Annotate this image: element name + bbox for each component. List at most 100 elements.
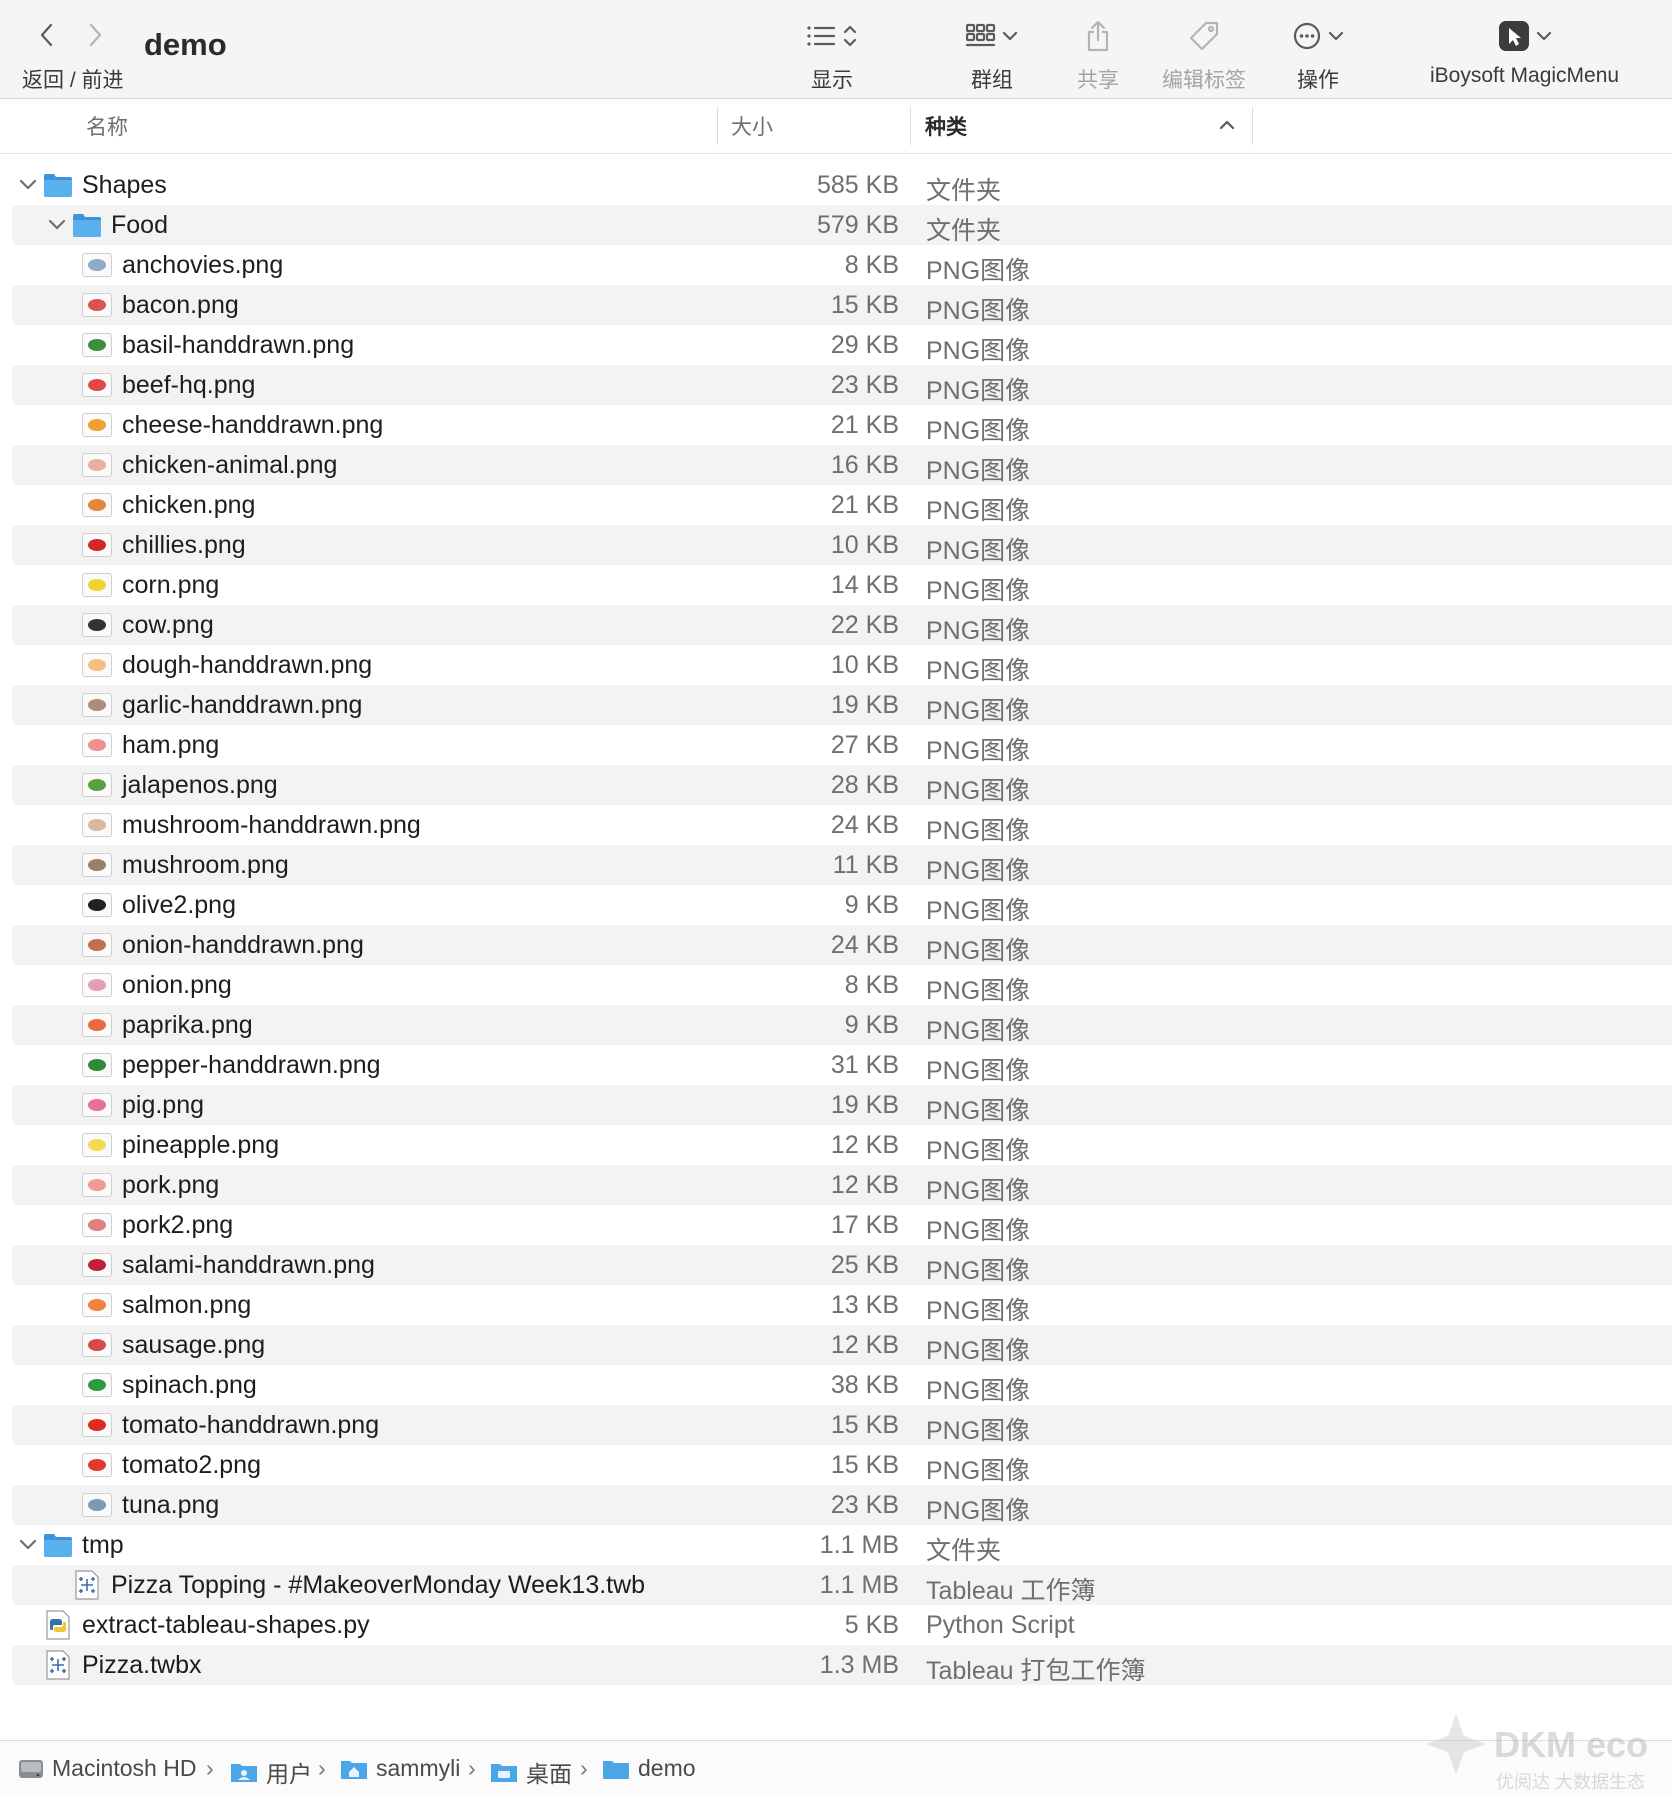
file-row[interactable]: chicken-animal.png 16 KB PNG图像: [0, 445, 1672, 485]
disclosure-chevron-icon[interactable]: [18, 1535, 38, 1555]
png-thumbnail-icon: [82, 1250, 112, 1280]
file-row[interactable]: salmon.png 13 KB PNG图像: [0, 1285, 1672, 1325]
file-name: corn.png: [122, 571, 220, 599]
action-button[interactable]: 操作: [1292, 14, 1344, 94]
share-button[interactable]: 共享: [1077, 14, 1119, 94]
column-divider[interactable]: [1252, 107, 1253, 145]
file-size: 1.3 MB: [819, 1651, 899, 1679]
file-kind: PNG图像: [926, 457, 1031, 485]
file-row[interactable]: pig.png 19 KB PNG图像: [0, 1085, 1672, 1125]
file-row[interactable]: basil-handdrawn.png 29 KB PNG图像: [0, 325, 1672, 365]
file-name: extract-tableau-shapes.py: [82, 1611, 370, 1639]
file-row[interactable]: chicken.png 21 KB PNG图像: [0, 485, 1672, 525]
file-name: beef-hq.png: [122, 371, 256, 399]
file-row[interactable]: bacon.png 15 KB PNG图像: [0, 285, 1672, 325]
file-row[interactable]: beef-hq.png 23 KB PNG图像: [0, 365, 1672, 405]
file-row[interactable]: dough-handdrawn.png 10 KB PNG图像: [0, 645, 1672, 685]
column-kind-label: 种类: [925, 116, 967, 139]
file-row[interactable]: mushroom-handdrawn.png 24 KB PNG图像: [0, 805, 1672, 845]
desktop-folder-icon: [491, 1764, 517, 1782]
path-item-desktop[interactable]: 桌面: [490, 1755, 572, 1789]
file-name: olive2.png: [122, 891, 236, 919]
path-item-sammyli[interactable]: sammyli: [340, 1755, 460, 1782]
file-name: Food: [111, 211, 168, 239]
column-divider[interactable]: [910, 107, 911, 145]
png-thumbnail-icon: [82, 650, 112, 680]
png-thumbnail-icon: [82, 730, 112, 760]
file-kind: PNG图像: [926, 1097, 1031, 1125]
file-row[interactable]: tomato-handdrawn.png 15 KB PNG图像: [0, 1405, 1672, 1445]
file-name: anchovies.png: [122, 251, 284, 279]
folder-icon: [43, 1530, 73, 1560]
column-divider[interactable]: [717, 107, 718, 145]
view-button[interactable]: 显示: [806, 14, 858, 94]
file-row[interactable]: pork.png 12 KB PNG图像: [0, 1165, 1672, 1205]
file-row[interactable]: anchovies.png 8 KB PNG图像: [0, 245, 1672, 285]
disclosure-chevron-icon[interactable]: [47, 215, 67, 235]
file-row[interactable]: onion-handdrawn.png 24 KB PNG图像: [0, 925, 1672, 965]
action-label: 操作: [1297, 69, 1339, 92]
file-row[interactable]: Pizza Topping - #MakeoverMonday Week13.t…: [0, 1565, 1672, 1605]
file-kind: PNG图像: [926, 1057, 1031, 1085]
watermark-logo: DKM eco 优阅达 大数据生态: [1424, 1712, 1648, 1792]
file-size: 8 KB: [844, 251, 899, 279]
file-row[interactable]: chillies.png 10 KB PNG图像: [0, 525, 1672, 565]
file-row[interactable]: pineapple.png 12 KB PNG图像: [0, 1125, 1672, 1165]
file-row[interactable]: jalapenos.png 28 KB PNG图像: [0, 765, 1672, 805]
file-name: pig.png: [122, 1091, 205, 1119]
file-row[interactable]: corn.png 14 KB PNG图像: [0, 565, 1672, 605]
disclosure-chevron-icon[interactable]: [18, 175, 38, 195]
edit-tags-button[interactable]: 编辑标签: [1162, 14, 1246, 94]
folder-row[interactable]: tmp 1.1 MB 文件夹: [0, 1525, 1672, 1565]
file-size: 9 KB: [844, 891, 899, 919]
file-row[interactable]: ham.png 27 KB PNG图像: [0, 725, 1672, 765]
file-row[interactable]: garlic-handdrawn.png 19 KB PNG图像: [0, 685, 1672, 725]
file-name: basil-handdrawn.png: [122, 331, 355, 359]
file-row[interactable]: mushroom.png 11 KB PNG图像: [0, 845, 1672, 885]
path-item-users[interactable]: 用户: [230, 1755, 312, 1789]
magicmenu-label: iBoysoft MagicMenu: [1430, 64, 1620, 87]
file-kind: PNG图像: [926, 1177, 1031, 1205]
forward-button[interactable]: [80, 18, 110, 52]
file-row[interactable]: sausage.png 12 KB PNG图像: [0, 1325, 1672, 1365]
column-size[interactable]: 大小: [731, 99, 773, 153]
column-name[interactable]: 名称: [86, 99, 128, 153]
file-row[interactable]: olive2.png 9 KB PNG图像: [0, 885, 1672, 925]
folder-row[interactable]: Shapes 585 KB 文件夹: [0, 165, 1672, 205]
toolbar: 返回 / 前进 demo 显示 群组 共享 编辑标签 操作 iBoysoft M…: [0, 0, 1672, 99]
png-thumbnail-icon: [82, 1130, 112, 1160]
png-thumbnail-icon: [82, 330, 112, 360]
magicmenu-button[interactable]: iBoysoft MagicMenu: [1430, 14, 1619, 88]
file-name: tmp: [82, 1531, 124, 1559]
file-name: bacon.png: [122, 291, 239, 319]
file-row[interactable]: tuna.png 23 KB PNG图像: [0, 1485, 1672, 1525]
file-row[interactable]: paprika.png 9 KB PNG图像: [0, 1005, 1672, 1045]
file-size: 23 KB: [830, 371, 899, 399]
file-size: 13 KB: [830, 1291, 899, 1319]
file-row[interactable]: Pizza.twbx 1.3 MB Tableau 打包工作簿: [0, 1645, 1672, 1685]
file-row[interactable]: salami-handdrawn.png 25 KB PNG图像: [0, 1245, 1672, 1285]
file-size: 17 KB: [830, 1211, 899, 1239]
file-row[interactable]: onion.png 8 KB PNG图像: [0, 965, 1672, 1005]
file-row[interactable]: cow.png 22 KB PNG图像: [0, 605, 1672, 645]
file-size: 24 KB: [830, 811, 899, 839]
folder-row[interactable]: Food 579 KB 文件夹: [0, 205, 1672, 245]
column-kind[interactable]: 种类: [925, 99, 1235, 153]
path-item-macintosh-hd[interactable]: Macintosh HD: [18, 1755, 196, 1782]
group-button[interactable]: 群组: [966, 14, 1018, 94]
png-thumbnail-icon: [82, 1010, 112, 1040]
png-thumbnail-icon: [82, 1170, 112, 1200]
file-size: 19 KB: [830, 691, 899, 719]
file-row[interactable]: extract-tableau-shapes.py 5 KB Python Scri…: [0, 1605, 1672, 1645]
watermark-subtext: 优阅达 大数据生态: [1496, 1772, 1646, 1792]
file-row[interactable]: tomato2.png 15 KB PNG图像: [0, 1445, 1672, 1485]
file-row[interactable]: spinach.png 38 KB PNG图像: [0, 1365, 1672, 1405]
file-row[interactable]: pork2.png 17 KB PNG图像: [0, 1205, 1672, 1245]
file-kind: PNG图像: [926, 697, 1031, 725]
file-size: 21 KB: [830, 491, 899, 519]
file-row[interactable]: cheese-handdrawn.png 21 KB PNG图像: [0, 405, 1672, 445]
file-row[interactable]: pepper-handdrawn.png 31 KB PNG图像: [0, 1045, 1672, 1085]
file-kind: PNG图像: [926, 617, 1031, 645]
path-item-demo[interactable]: demo: [602, 1755, 696, 1782]
back-button[interactable]: [32, 18, 62, 52]
